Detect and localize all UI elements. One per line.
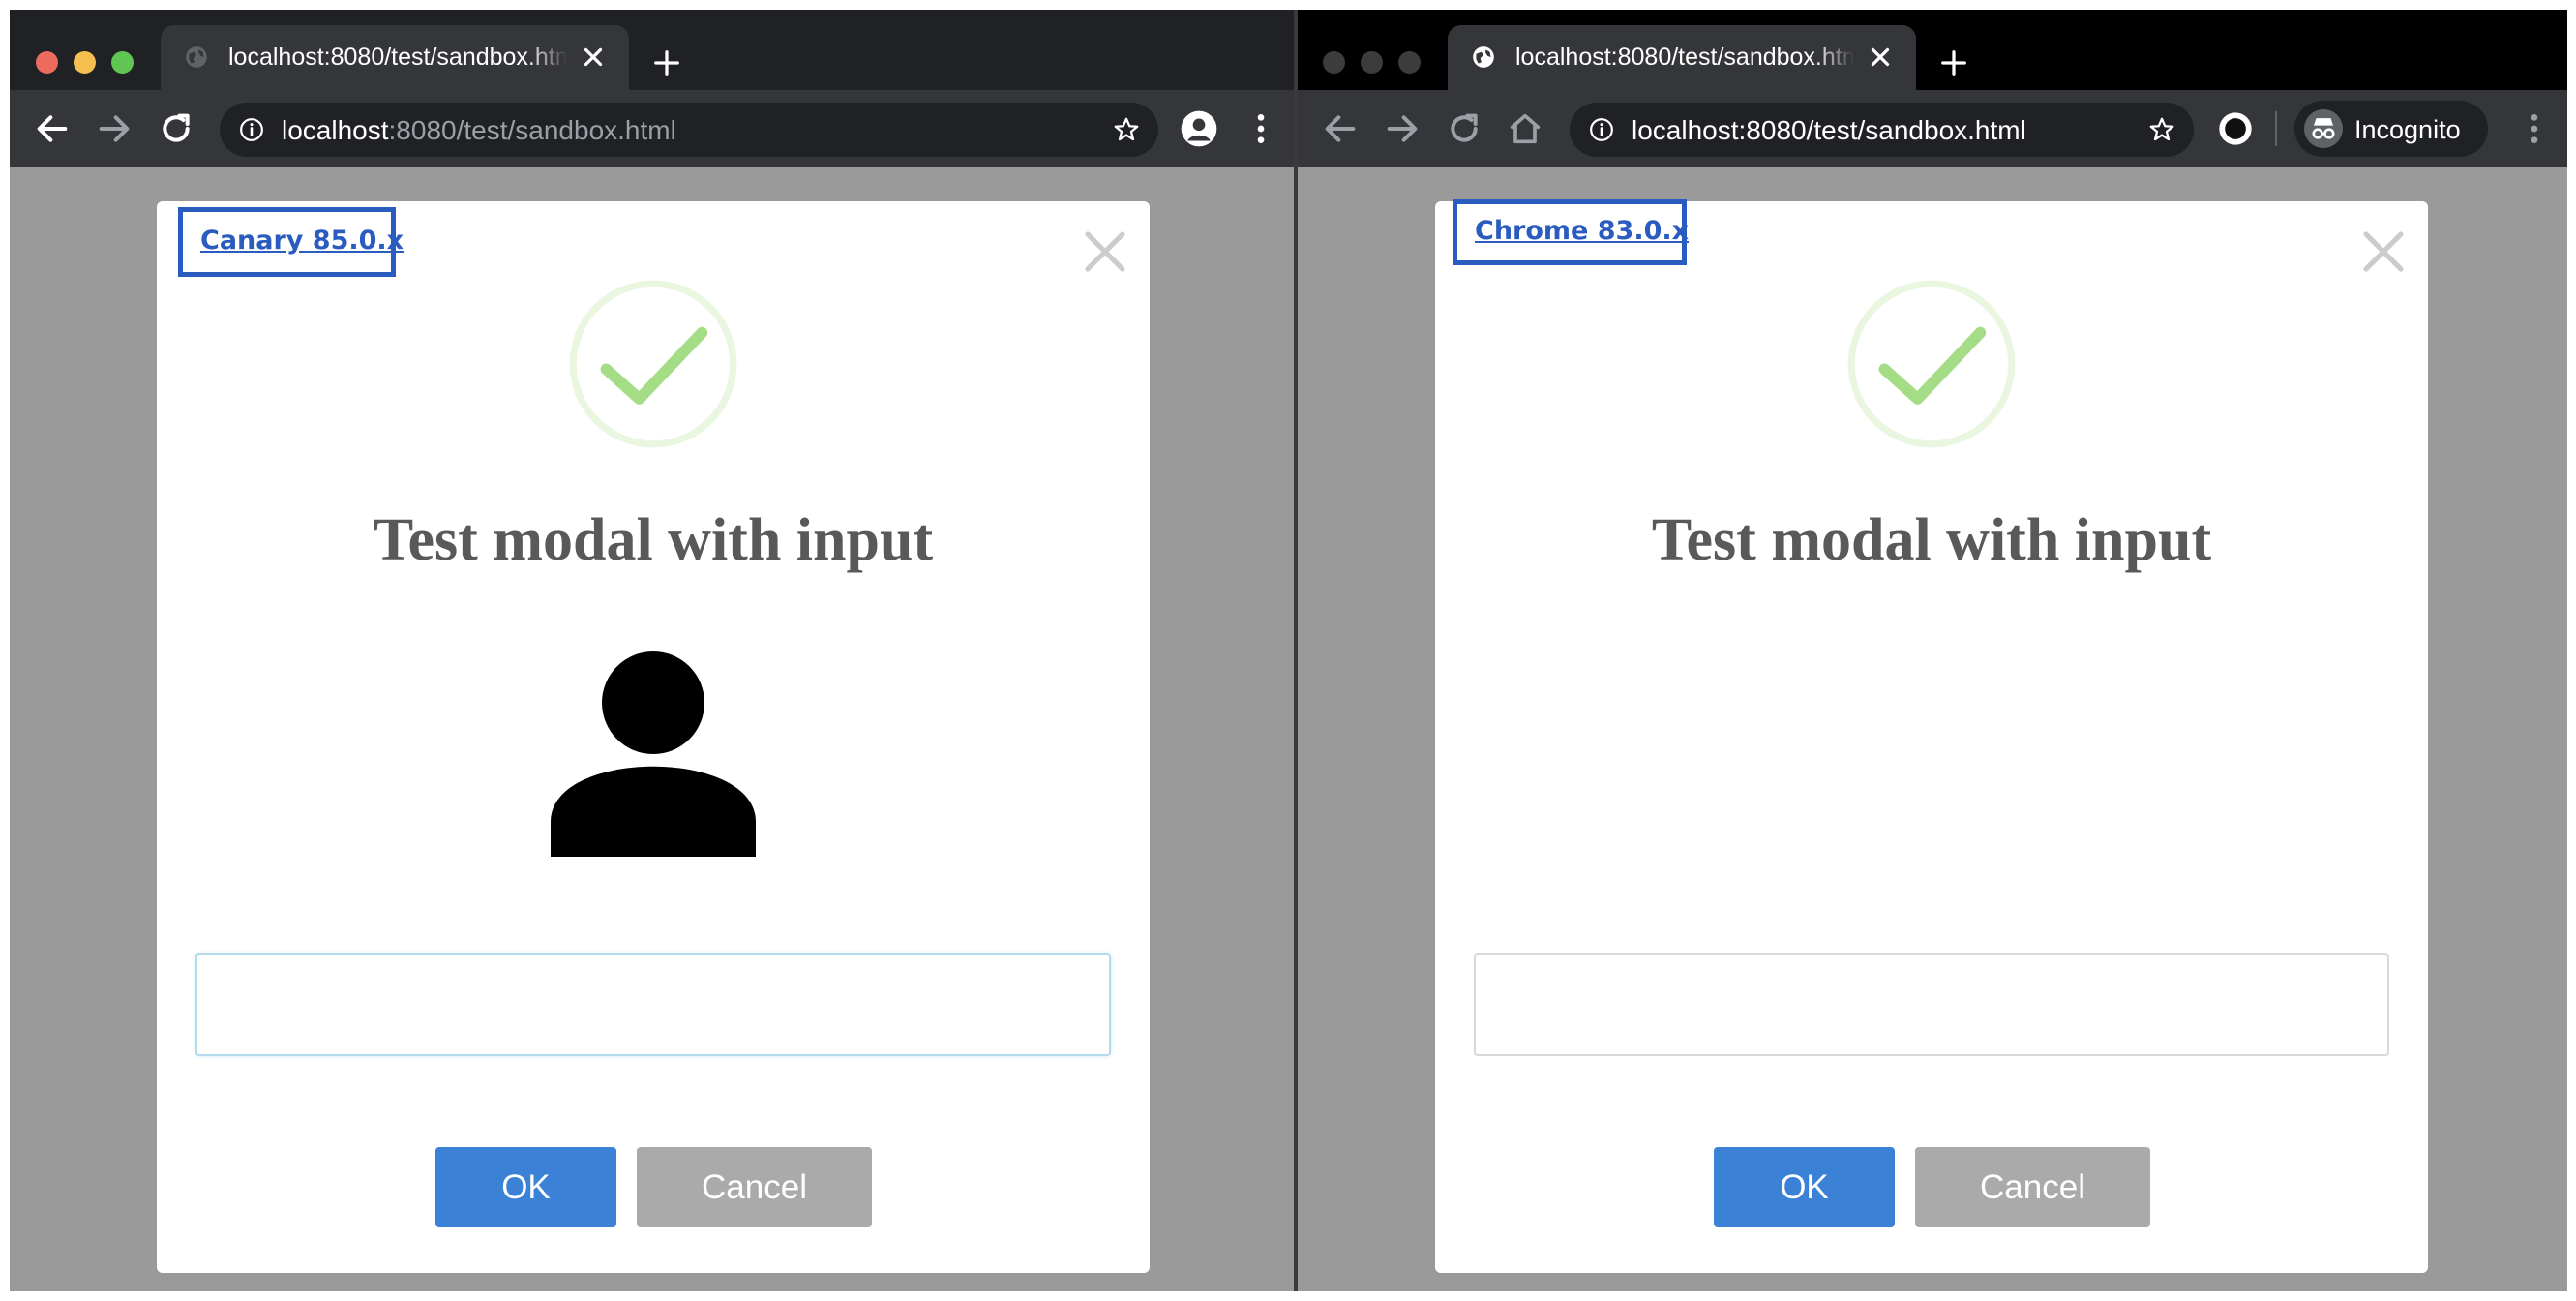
browser-toolbar: localhost:8080/test/sandbox.html Incogni… — [1298, 90, 2567, 167]
new-tab-icon[interactable] — [652, 48, 681, 77]
url-text[interactable]: localhost:8080/test/sandbox.html — [282, 115, 676, 146]
reload-icon[interactable] — [157, 109, 195, 148]
cancel-button[interactable]: Cancel — [1915, 1147, 2150, 1227]
globe-icon — [186, 46, 207, 68]
star-icon[interactable] — [1112, 115, 1141, 144]
tab-strip: localhost:8080/test/sandbox.html — [10, 10, 1294, 90]
right-browser-window: localhost:8080/test/sandbox.html localho… — [1298, 10, 2567, 1291]
new-tab-icon[interactable] — [1939, 48, 1968, 77]
minimize-window-button[interactable] — [74, 51, 96, 74]
modal-text-input[interactable] — [195, 953, 1111, 1056]
url-path: :8080/test/sandbox.html — [1738, 115, 2026, 145]
back-arrow-icon[interactable] — [33, 109, 72, 148]
url-host: localhost — [282, 115, 389, 145]
back-arrow-icon[interactable] — [1321, 109, 1360, 148]
url-text[interactable]: localhost:8080/test/sandbox.html — [1632, 115, 2026, 146]
star-icon[interactable] — [2147, 115, 2176, 144]
modal-title: Test modal with input — [1651, 507, 2212, 573]
forward-arrow-icon[interactable] — [1383, 109, 1422, 148]
url-path: :8080/test/sandbox.html — [388, 115, 676, 145]
address-bar[interactable]: localhost:8080/test/sandbox.html — [220, 103, 1158, 157]
maximize-window-button[interactable] — [111, 51, 134, 74]
profile-icon[interactable] — [1180, 109, 1218, 148]
close-window-button[interactable] — [36, 51, 58, 74]
tab-close-icon[interactable] — [1866, 43, 1895, 72]
version-label: Chrome 83.0.x — [1475, 216, 1690, 246]
info-icon[interactable] — [239, 117, 264, 142]
success-check-icon — [569, 280, 737, 448]
tab-sandbox[interactable]: localhost:8080/test/sandbox.html — [161, 25, 629, 90]
tab-sandbox[interactable]: localhost:8080/test/sandbox.html — [1448, 25, 1916, 90]
reload-icon[interactable] — [1445, 109, 1483, 148]
kebab-menu-icon[interactable] — [2515, 109, 2554, 148]
cancel-button[interactable]: Cancel — [637, 1147, 872, 1227]
minimize-window-button[interactable] — [1361, 51, 1383, 74]
version-label: Canary 85.0.x — [200, 226, 404, 256]
version-annotation: Canary 85.0.x — [178, 207, 404, 277]
tab-title: localhost:8080/test/sandbox.html — [1515, 44, 1854, 71]
close-icon[interactable] — [2360, 228, 2407, 275]
modal-dialog: Canary 85.0.x Test modal with input OK C… — [157, 201, 1150, 1273]
kebab-menu-icon[interactable] — [1242, 109, 1280, 148]
browser-toolbar: localhost:8080/test/sandbox.html — [10, 90, 1294, 167]
info-icon[interactable] — [1589, 117, 1614, 142]
incognito-badge[interactable]: Incognito — [2294, 101, 2488, 157]
version-annotation: Chrome 83.0.x — [1453, 199, 1690, 265]
success-check-icon — [1847, 280, 2016, 448]
modal-dialog: Chrome 83.0.x Test modal with input OK C… — [1435, 199, 2428, 1273]
extension-icon[interactable] — [2216, 109, 2255, 148]
ok-button[interactable]: OK — [1714, 1147, 1895, 1227]
close-window-button[interactable] — [1323, 51, 1345, 74]
modal-title: Test modal with input — [373, 507, 934, 573]
maximize-window-button[interactable] — [1398, 51, 1421, 74]
home-icon[interactable] — [1506, 109, 1544, 148]
left-browser-window: localhost:8080/test/sandbox.html localho… — [10, 10, 1294, 1291]
modal-text-input[interactable] — [1474, 953, 2389, 1056]
globe-icon — [1473, 46, 1494, 68]
ok-button[interactable]: OK — [435, 1147, 616, 1227]
forward-arrow-icon[interactable] — [95, 109, 134, 148]
close-icon[interactable] — [1082, 228, 1128, 275]
tab-close-icon[interactable] — [579, 43, 608, 72]
toolbar-separator — [2275, 111, 2277, 146]
incognito-icon — [2304, 109, 2343, 148]
url-host: localhost — [1632, 115, 1739, 145]
tab-title: localhost:8080/test/sandbox.html — [228, 44, 567, 71]
tab-strip: localhost:8080/test/sandbox.html — [1298, 10, 2567, 90]
incognito-label: Incognito — [2354, 115, 2461, 144]
user-icon — [551, 651, 756, 857]
address-bar[interactable]: localhost:8080/test/sandbox.html — [1570, 103, 2194, 157]
